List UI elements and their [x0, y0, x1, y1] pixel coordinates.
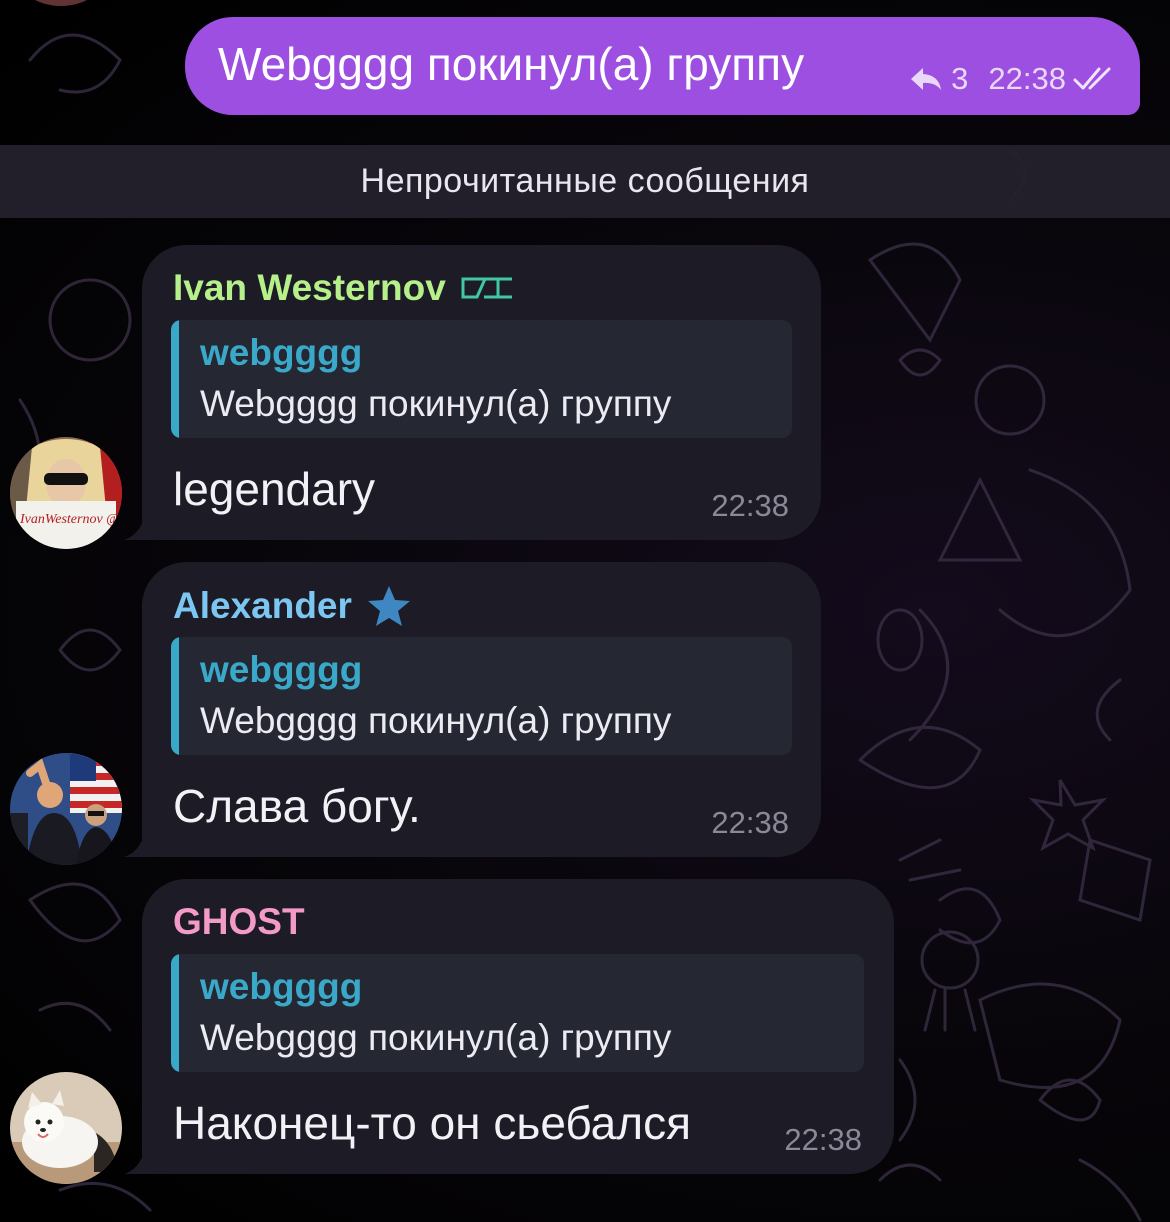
- quote-sender: webgggg: [200, 332, 363, 373]
- avatar-photo: IvanWesternov @zelon: [10, 437, 122, 549]
- avatar-photo: [10, 753, 122, 865]
- sender-name-text: GHOST: [173, 901, 305, 942]
- bubble-tail: [124, 1144, 154, 1174]
- unread-messages-divider: Непрочитанные сообщения: [0, 145, 1170, 218]
- message-time: 22:38: [784, 1122, 862, 1157]
- avatar-sign-text: IvanWesternov @zelon: [19, 512, 122, 527]
- double-check-icon: [1073, 67, 1111, 90]
- avatar[interactable]: [10, 753, 122, 865]
- quote-accent-bar: [171, 320, 179, 438]
- quote-text: Webgggg покинул(а) группу: [200, 383, 672, 424]
- message-time: 22:38: [988, 61, 1066, 96]
- quote-sender: webgggg: [200, 649, 363, 690]
- sender-name[interactable]: Ivan Westernov: [173, 267, 514, 309]
- star-icon[interactable]: [366, 584, 412, 628]
- avatar[interactable]: IvanWesternov @zelon: [10, 437, 122, 549]
- message-bubble[interactable]: GHOST webgggg Webgggg покинул(а) группу …: [124, 879, 894, 1174]
- sender-name-text: Alexander: [173, 585, 352, 626]
- message-text: Слава богу.: [173, 780, 421, 832]
- outgoing-message-meta: 3 22:38: [909, 61, 1118, 97]
- quote-text: Webgggg покинул(а) группу: [200, 1017, 672, 1058]
- reply-quote[interactable]: webgggg Webgggg покинул(а) группу: [171, 320, 792, 438]
- bubble-tail: [124, 510, 154, 540]
- message-bubble[interactable]: Ivan Westernov webgggg Webgggg покинул(а…: [124, 245, 821, 540]
- avatar-photo: [10, 1072, 122, 1184]
- outgoing-message[interactable]: Webgggg покинул(а) группу 3 22:38: [185, 17, 1140, 115]
- quote-text: Webgggg покинул(а) группу: [200, 700, 672, 741]
- reply-quote[interactable]: webgggg Webgggg покинул(а) группу: [171, 637, 792, 755]
- sender-name-text: Ivan Westernov: [173, 267, 446, 308]
- message-bubble[interactable]: Alexander webgggg Webgggg покинул(а) гру…: [124, 562, 821, 857]
- message-text: Наконец-то он сьебался: [173, 1097, 692, 1149]
- avatar[interactable]: [10, 1072, 122, 1184]
- sender-name[interactable]: GHOST: [173, 901, 305, 943]
- unread-divider-label: Непрочитанные сообщения: [360, 162, 810, 200]
- quote-accent-bar: [171, 637, 179, 755]
- outgoing-message-text: Webgggg покинул(а) группу: [218, 38, 805, 90]
- message-time: 22:38: [711, 805, 789, 840]
- tag-icon[interactable]: [460, 275, 514, 301]
- bubble-tail: [124, 827, 154, 857]
- chat-view[interactable]: Webgggg покинул(а) группу 3 22:38 Непроч…: [0, 0, 1170, 1222]
- reply-quote[interactable]: webgggg Webgggg покинул(а) группу: [171, 954, 864, 1072]
- quote-sender: webgggg: [200, 966, 363, 1007]
- message-text: legendary: [173, 463, 376, 515]
- reply-icon[interactable]: [909, 66, 943, 92]
- quote-accent-bar: [171, 954, 179, 1072]
- reply-count[interactable]: 3: [951, 61, 968, 97]
- sender-name[interactable]: Alexander: [173, 584, 412, 628]
- message-time: 22:38: [711, 488, 789, 523]
